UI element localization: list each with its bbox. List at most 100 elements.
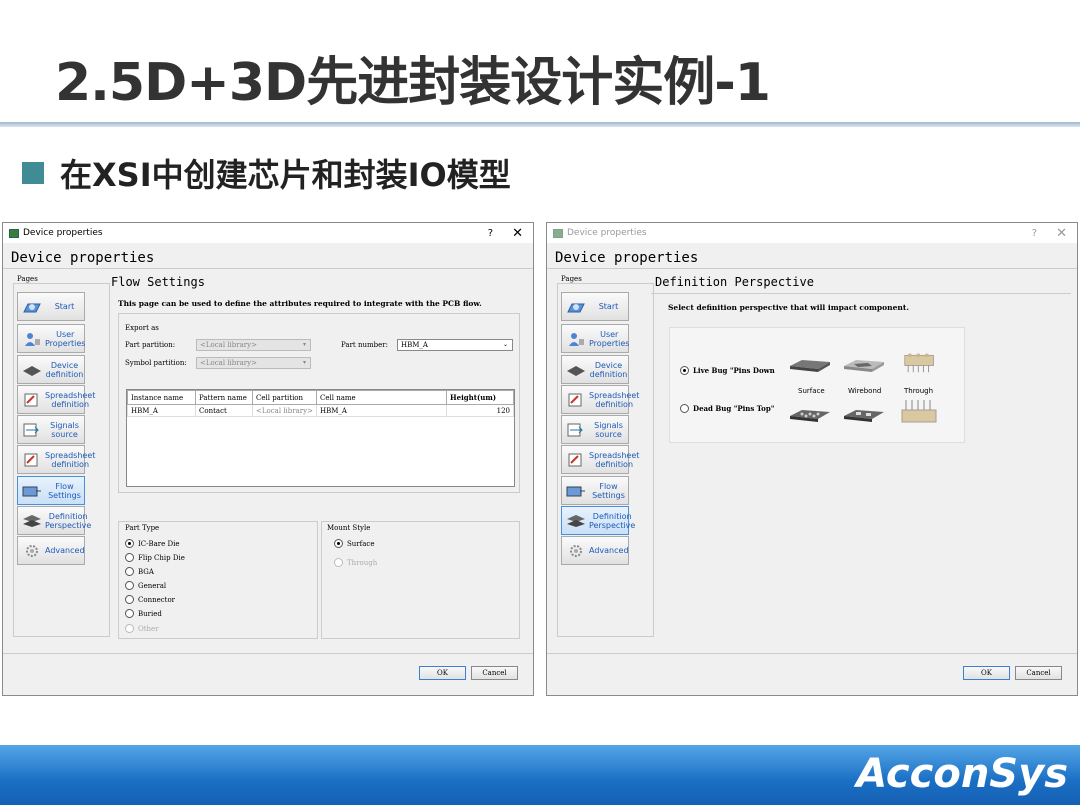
page-user-properties[interactable]: User Properties <box>17 324 85 353</box>
surface-package-icon <box>790 360 830 372</box>
device-properties-dialog-perspective: Device properties ? ✕ Device properties … <box>546 222 1078 696</box>
header-divider <box>3 268 533 269</box>
page-device-definition[interactable]: Device definition <box>561 355 629 384</box>
radio-surface[interactable]: Surface <box>334 539 374 548</box>
wirebond-dead-bug-icon <box>844 410 884 422</box>
radio-other[interactable]: Other <box>125 624 159 633</box>
chip-icon <box>23 365 41 376</box>
signals-icon <box>567 423 583 436</box>
table-cell[interactable]: 120 <box>446 404 514 417</box>
radio-buried[interactable]: Buried <box>125 609 162 618</box>
table-cell[interactable]: HBM_A <box>127 404 196 417</box>
column-header[interactable]: Height(um) <box>446 390 514 405</box>
cancel-button[interactable]: Cancel <box>471 666 518 680</box>
wirebond-caption: Wirebond <box>848 387 882 395</box>
spreadsheet-icon <box>568 453 582 466</box>
section-divider <box>651 293 1071 294</box>
page-definition-perspective[interactable]: Definition Perspective <box>561 506 635 535</box>
footer-divider <box>547 653 1077 654</box>
export-as-label: Export as <box>125 324 159 332</box>
device-properties-dialog-flow: Device properties ? ✕ Device properties … <box>2 222 534 696</box>
page-signals-source[interactable]: Signals source <box>17 415 85 444</box>
wirebond-package-icon <box>844 360 884 372</box>
symbol-partition-select[interactable]: <Local library> ▾ <box>196 357 311 369</box>
page-spreadsheet-definition[interactable]: Spreadsheet definition <box>561 385 639 414</box>
close-button[interactable]: ✕ <box>512 226 523 241</box>
radio-ic-bare-die[interactable]: IC-Bare Die <box>125 539 180 548</box>
section-title: Flow Settings <box>111 275 205 289</box>
pages-label: Pages <box>17 275 38 283</box>
page-user-properties[interactable]: User Properties <box>561 324 629 353</box>
radio-bga[interactable]: BGA <box>125 567 154 576</box>
through-hole-package-icon <box>904 353 934 373</box>
perspective-icon <box>23 514 41 527</box>
chevron-down-icon: ⌄ <box>502 341 508 348</box>
radio-general[interactable]: General <box>125 581 166 590</box>
cancel-button[interactable]: Cancel <box>1015 666 1062 680</box>
section-title: Definition Perspective <box>655 275 814 289</box>
ok-button[interactable]: OK <box>963 666 1010 680</box>
part-number-select[interactable]: HBM_A ⌄ <box>397 339 513 351</box>
window-title: Device properties <box>23 228 103 238</box>
page-start[interactable]: Start <box>561 292 629 321</box>
page-flow-settings[interactable]: Flow Settings <box>17 476 85 505</box>
radio-live-bug[interactable]: Live Bug "Pins Down <box>680 366 775 375</box>
surface-caption: Surface <box>798 387 825 395</box>
help-button[interactable]: ? <box>488 228 493 239</box>
page-start[interactable]: Start <box>17 292 85 321</box>
page-spreadsheet-definition-2[interactable]: Spreadsheet definition <box>561 445 639 474</box>
close-button[interactable]: ✕ <box>1056 226 1067 241</box>
page-spreadsheet-definition[interactable]: Spreadsheet definition <box>17 385 95 414</box>
radio-icon <box>125 567 134 576</box>
section-description: This page can be used to define the attr… <box>118 299 482 308</box>
radio-connector[interactable]: Connector <box>125 595 175 604</box>
radio-icon <box>125 595 134 604</box>
bullet-square-icon <box>22 162 44 184</box>
page-advanced[interactable]: Advanced <box>17 536 85 565</box>
column-header[interactable]: Instance name <box>127 390 196 405</box>
table-cell[interactable]: Contact <box>195 404 253 417</box>
table-cell[interactable]: HBM_A <box>316 404 447 417</box>
section-description: Select definition perspective that will … <box>668 303 909 312</box>
window-titlebar: Device properties ? ✕ <box>3 223 533 243</box>
radio-icon <box>125 624 134 633</box>
column-header[interactable]: Pattern name <box>195 390 253 405</box>
page-definition-perspective[interactable]: Definition Perspective <box>17 506 91 535</box>
app-icon <box>9 228 19 238</box>
spreadsheet-icon <box>24 393 38 406</box>
start-icon <box>567 303 585 312</box>
pages-panel: Start User Properties Device definition … <box>13 283 110 637</box>
page-signals-source[interactable]: Signals source <box>561 415 629 444</box>
radio-flip-chip-die[interactable]: Flip Chip Die <box>125 553 185 562</box>
help-button[interactable]: ? <box>1032 228 1037 239</box>
ok-button[interactable]: OK <box>419 666 466 680</box>
radio-icon <box>125 553 134 562</box>
table-row[interactable]: HBM_A Contact <Local library> HBM_A 120 <box>127 404 514 417</box>
radio-checked-icon <box>680 366 689 375</box>
column-header[interactable]: Cell partition <box>252 390 317 405</box>
chip-icon <box>567 365 585 376</box>
pages-panel: Start User Properties Device definition … <box>557 283 654 637</box>
slide-subtitle: 在XSI中创建芯片和封装IO模型 <box>60 156 511 194</box>
radio-icon <box>125 581 134 590</box>
part-partition-select[interactable]: <Local library> ▾ <box>196 339 311 351</box>
through-caption: Through <box>904 387 934 395</box>
page-advanced[interactable]: Advanced <box>561 536 629 565</box>
chevron-down-icon: ▾ <box>302 359 306 366</box>
symbol-partition-label: Symbol partition: <box>125 359 187 367</box>
acconsys-logo: AcconSys <box>856 751 1068 797</box>
radio-checked-icon <box>125 539 134 548</box>
page-spreadsheet-definition-2[interactable]: Spreadsheet definition <box>17 445 95 474</box>
page-device-definition[interactable]: Device definition <box>17 355 85 384</box>
flow-icon <box>566 486 585 496</box>
column-header[interactable]: Cell name <box>316 390 447 405</box>
page-flow-settings[interactable]: Flow Settings <box>561 476 629 505</box>
radio-through[interactable]: Through <box>334 558 377 567</box>
radio-icon <box>125 609 134 618</box>
user-icon <box>569 332 584 346</box>
radio-dead-bug[interactable]: Dead Bug "Pins Top" <box>680 404 774 413</box>
part-type-label: Part Type <box>125 524 160 532</box>
flow-icon <box>22 486 41 496</box>
slide-subtitle-row: 在XSI中创建芯片和封装IO模型 <box>22 150 511 196</box>
table-cell[interactable]: <Local library> <box>252 404 317 417</box>
